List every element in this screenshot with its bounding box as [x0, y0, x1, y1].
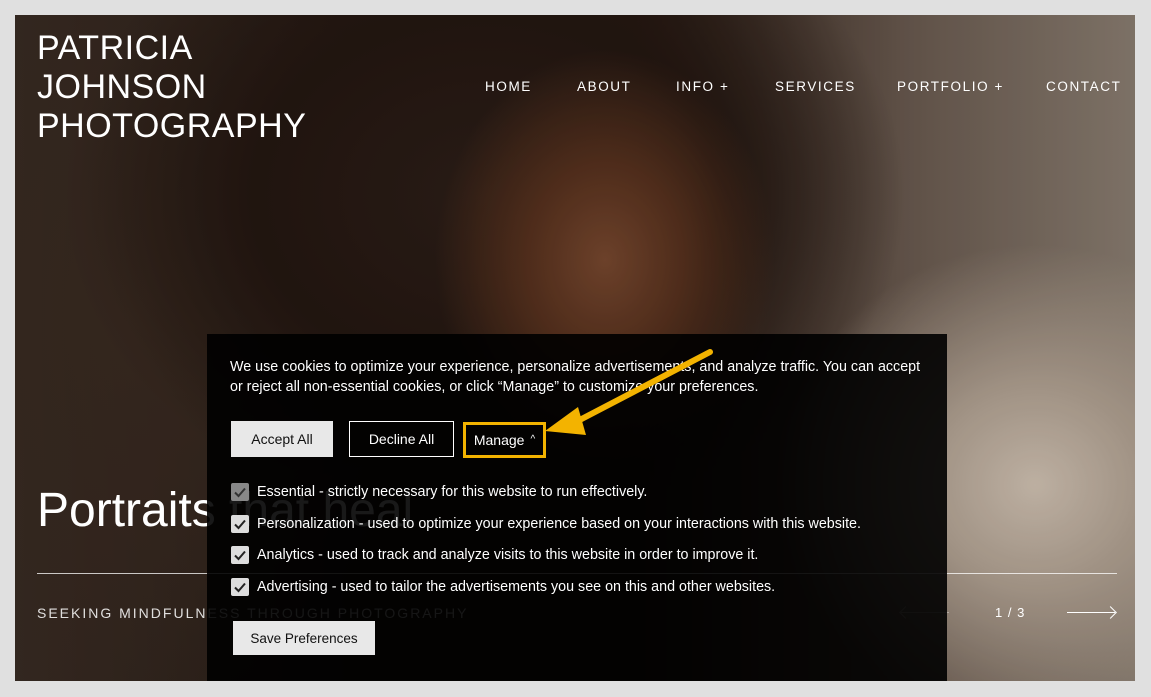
option-label: Analytics - used to track and analyze vi… [257, 547, 759, 563]
option-essential: Essential - strictly necessary for this … [231, 482, 647, 502]
checkbox-analytics[interactable] [231, 546, 249, 564]
option-label: Personalization - used to optimize your … [257, 516, 861, 532]
main-nav: HOME ABOUT INFO + SERVICES PORTFOLIO + C… [15, 79, 1135, 99]
checkbox-advertising[interactable] [231, 578, 249, 596]
logo-line-3: PHOTOGRAPHY [37, 107, 307, 145]
checkbox-personalization[interactable] [231, 515, 249, 533]
slide-counter: 1 / 3 [995, 605, 1026, 620]
cookie-message: We use cookies to optimize your experien… [230, 359, 921, 395]
nav-portfolio[interactable]: PORTFOLIO + [897, 79, 1004, 94]
manage-button[interactable]: Manage ^ [463, 422, 546, 458]
nav-services[interactable]: SERVICES [775, 79, 856, 94]
decline-all-button[interactable]: Decline All [349, 421, 454, 457]
save-preferences-button[interactable]: Save Preferences [233, 621, 375, 655]
option-label: Advertising - used to tailor the adverti… [257, 579, 776, 595]
checkmark-icon [234, 519, 246, 530]
option-personalization: Personalization - used to optimize your … [231, 514, 861, 534]
nav-home[interactable]: HOME [485, 79, 532, 94]
option-analytics: Analytics - used to track and analyze vi… [231, 545, 758, 565]
nav-contact[interactable]: CONTACT [1046, 79, 1121, 94]
checkmark-icon [234, 487, 246, 498]
nav-info[interactable]: INFO + [676, 79, 729, 94]
checkmark-icon [234, 582, 246, 593]
logo-line-1: PATRICIA [37, 29, 193, 67]
checkbox-essential [231, 483, 249, 501]
chevron-up-icon: ^ [530, 433, 536, 445]
accept-all-button[interactable]: Accept All [231, 421, 333, 457]
option-advertising: Advertising - used to tailor the adverti… [231, 577, 775, 597]
manage-label: Manage [473, 432, 525, 448]
next-arrow-icon[interactable] [1067, 612, 1115, 613]
checkmark-icon [234, 550, 246, 561]
cookie-banner: We use cookies to optimize your experien… [207, 334, 947, 681]
option-label: Essential - strictly necessary for this … [257, 484, 648, 500]
nav-about[interactable]: ABOUT [577, 79, 632, 94]
